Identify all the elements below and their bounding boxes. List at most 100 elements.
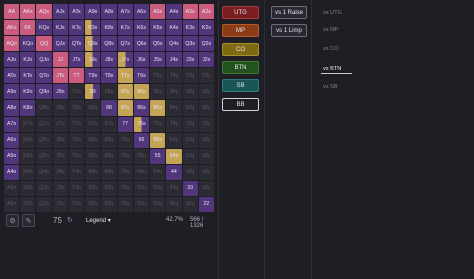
hand-cell[interactable]: 22 <box>198 196 214 212</box>
position-button-btn[interactable]: BTN <box>222 61 259 74</box>
hand-cell[interactable]: A2o <box>4 196 20 212</box>
hand-cell[interactable]: JTo <box>52 68 68 84</box>
hand-cell[interactable]: J8o <box>52 100 68 116</box>
opponent-item[interactable]: vs CO <box>323 46 339 52</box>
hand-cell[interactable]: J5o <box>52 148 68 164</box>
hand-cell[interactable]: 55 <box>150 148 166 164</box>
hand-cell[interactable]: J4s <box>166 52 182 68</box>
hand-cell[interactable]: 54o <box>150 164 166 180</box>
hand-cell[interactable]: K8o <box>20 100 36 116</box>
hand-cell[interactable]: KQs <box>36 20 52 36</box>
hand-cell[interactable]: 65o <box>133 148 150 164</box>
vs-raise-button[interactable]: vs 1 Raise <box>271 6 307 19</box>
hand-cell[interactable]: A3s <box>182 4 198 20</box>
hand-cell[interactable]: T3o <box>68 180 85 196</box>
position-button-sb[interactable]: SB <box>222 79 259 92</box>
hand-cell[interactable]: AJo <box>4 52 20 68</box>
hand-cell[interactable]: T4s <box>166 68 182 84</box>
hand-cell[interactable]: T5s <box>150 68 166 84</box>
hand-cell[interactable]: 62s <box>198 132 214 148</box>
eyedropper-icon[interactable]: ✎ <box>22 214 35 227</box>
hand-cell[interactable]: 65s <box>150 132 166 148</box>
hand-cell[interactable]: K5s <box>150 20 166 36</box>
hand-cell[interactable]: 94o <box>85 164 101 180</box>
hand-cell[interactable]: K4o <box>20 164 36 180</box>
hand-cell[interactable]: Q4s <box>166 36 182 52</box>
hand-cell[interactable]: J2s <box>198 52 214 68</box>
hand-cell[interactable]: T5o <box>68 148 85 164</box>
hand-cell[interactable]: K9o <box>20 84 36 100</box>
opponent-item[interactable]: vs UTG <box>323 10 342 16</box>
hand-cell[interactable]: K3o <box>20 180 36 196</box>
opponent-item[interactable]: vs SB <box>323 84 338 90</box>
hand-cell[interactable]: KJo <box>20 52 36 68</box>
hand-cell[interactable]: Q3s <box>182 36 198 52</box>
hand-cell[interactable]: QQ <box>36 36 52 52</box>
hand-cell[interactable]: TT <box>68 68 85 84</box>
hand-cell[interactable]: KQo <box>20 36 36 52</box>
hand-cell[interactable]: 72o <box>117 196 133 212</box>
hand-cell[interactable]: K8s <box>101 20 117 36</box>
hand-cell[interactable]: Q7s <box>117 36 133 52</box>
hand-cell[interactable]: J7o <box>52 116 68 132</box>
gear-icon[interactable]: ⚙ <box>6 214 19 227</box>
hand-cell[interactable]: Q5s <box>150 36 166 52</box>
hand-cell[interactable]: AKs <box>20 4 36 20</box>
hand-cell[interactable]: 82o <box>101 196 117 212</box>
hand-cell[interactable]: Q5o <box>36 148 52 164</box>
hand-cell[interactable]: 75o <box>117 148 133 164</box>
hand-cell[interactable]: AQs <box>36 4 52 20</box>
hand-cell[interactable]: 63o <box>133 180 150 196</box>
hand-cell[interactable]: 93s <box>182 84 198 100</box>
hand-cell[interactable]: 43o <box>166 180 182 196</box>
hand-cell[interactable]: QTs <box>68 36 85 52</box>
hand-cell[interactable]: K2o <box>20 196 36 212</box>
zoom-level[interactable]: 75 <box>53 216 62 225</box>
hand-cell[interactable]: Q7o <box>36 116 52 132</box>
hand-cell[interactable]: 73o <box>117 180 133 196</box>
vs-limp-button[interactable]: vs 1 Limp <box>271 24 307 37</box>
hand-cell[interactable]: QJo <box>36 52 52 68</box>
hand-cell[interactable]: JTs <box>68 52 85 68</box>
hand-cell[interactable]: J6o <box>52 132 68 148</box>
hand-cell[interactable]: 76o <box>117 132 133 148</box>
hand-cell[interactable]: J2o <box>52 196 68 212</box>
hand-cell[interactable]: AKo <box>4 20 20 36</box>
position-button-mp[interactable]: MP <box>222 24 259 37</box>
hand-cell[interactable]: T7s <box>117 68 133 84</box>
hand-cell[interactable]: J8s <box>101 52 117 68</box>
hand-cell[interactable]: 88 <box>101 100 117 116</box>
hand-cell[interactable]: Q9s <box>85 36 101 52</box>
hand-cell[interactable]: Q8s <box>101 36 117 52</box>
hand-cell[interactable]: 87s <box>117 100 133 116</box>
hand-cell[interactable]: 84o <box>101 164 117 180</box>
hand-cell[interactable]: T6o <box>68 132 85 148</box>
hand-cell[interactable]: AJs <box>52 4 68 20</box>
hand-cell[interactable]: 73s <box>182 116 198 132</box>
hand-cell[interactable]: 83s <box>182 100 198 116</box>
hand-cell[interactable]: 84s <box>166 100 182 116</box>
hand-cell[interactable]: 92s <box>198 84 214 100</box>
hand-cell[interactable]: A5o <box>4 148 20 164</box>
hand-cell[interactable]: J4o <box>52 164 68 180</box>
position-button-utg[interactable]: UTG <box>222 6 259 19</box>
hand-cell[interactable]: 83o <box>101 180 117 196</box>
hand-cell[interactable]: Q8o <box>36 100 52 116</box>
hand-cell[interactable]: 52s <box>198 148 214 164</box>
hand-cell[interactable]: 95s <box>150 84 166 100</box>
hand-cell[interactable]: ATs <box>68 4 85 20</box>
hand-cell[interactable]: K5o <box>20 148 36 164</box>
hand-cell[interactable]: 74o <box>117 164 133 180</box>
hand-cell[interactable]: A3o <box>4 180 20 196</box>
hand-cell[interactable]: K6o <box>20 132 36 148</box>
opponent-item[interactable]: vs MP <box>323 27 339 33</box>
hand-cell[interactable]: 86s <box>133 100 150 116</box>
hand-cell[interactable]: T9o <box>68 84 85 100</box>
legend-dropdown[interactable]: Legend ▾ <box>86 217 111 224</box>
hand-cell[interactable]: 52o <box>150 196 166 212</box>
hand-cell[interactable]: A9s <box>85 4 101 20</box>
hand-cell[interactable]: K9s <box>85 20 101 36</box>
hand-cell[interactable]: 42o <box>166 196 182 212</box>
hand-cell[interactable]: A6o <box>4 132 20 148</box>
hand-cell[interactable]: K2s <box>198 20 214 36</box>
